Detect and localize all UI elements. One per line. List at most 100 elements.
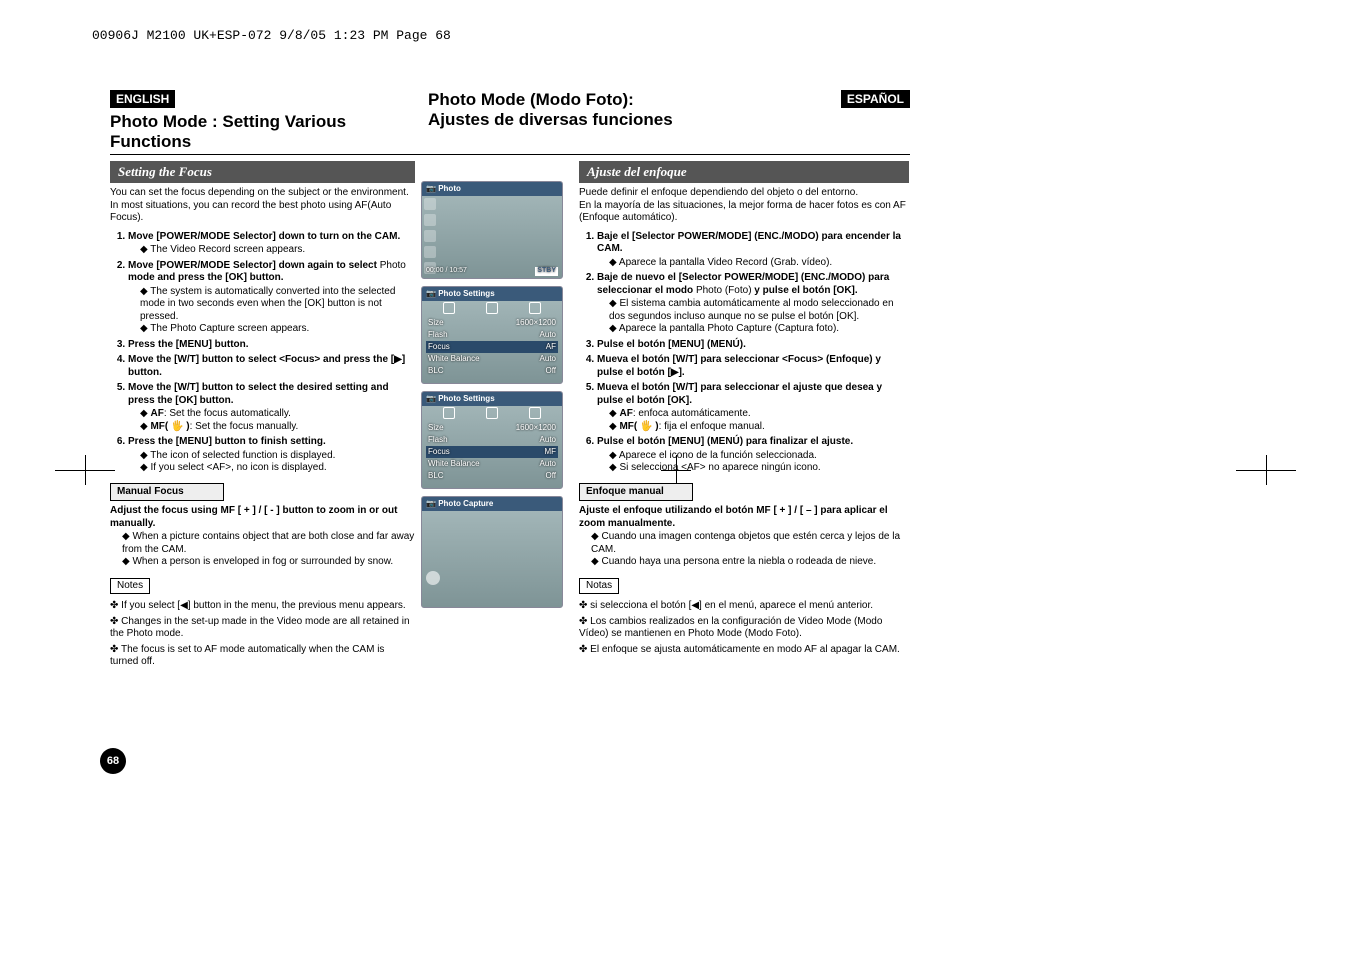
manual-focus-para-es: Ajuste el enfoque utilizando el botón MF… (579, 505, 909, 530)
settings-row: White BalanceAuto (426, 353, 558, 365)
step-4-en: Move the [W/T] button to select <Focus> … (128, 354, 415, 379)
settings-row: Flash Auto (426, 329, 558, 341)
step-3-es: Pulse el botón [MENU] (MENÚ). (597, 339, 909, 352)
step-2b-es: Photo (696, 285, 722, 296)
main-title-spanish-line2: Ajustes de diversas funciones (428, 110, 673, 130)
shot-number-5: 5 (421, 392, 422, 406)
intro-spanish: Puede definir el enfoque dependiendo del… (579, 187, 909, 225)
shot2-time: 00:00 / 10:57 (426, 267, 467, 276)
step-5-bullet2-es: MF( 🖐 ): fija el enfoque manual. (609, 421, 909, 434)
row-value: 1600×1200 (516, 423, 556, 433)
mf-label: MF( 🖐 ) (150, 421, 189, 432)
step-4-es: Mueva el botón [W/T] para seleccionar <F… (597, 354, 909, 379)
manual-bullet1-en: When a picture contains object that are … (122, 531, 415, 556)
settings-row: BLC Off (426, 365, 558, 377)
nav-t-icon (529, 302, 541, 314)
screenshot-5: 5 📷 Photo Settings Size1600×1200 FlashAu… (421, 391, 563, 489)
shot5-title: Photo Settings (438, 394, 494, 404)
step-2-bullet2-es: Aparece la pantalla Photo Capture (Captu… (609, 323, 909, 336)
main-title-english: Photo Mode : Setting Various Functions (110, 112, 422, 152)
title-row: ENGLISH Photo Mode : Setting Various Fun… (110, 90, 910, 152)
step-6-bullet1: The icon of selected function is display… (140, 450, 415, 463)
step-3-en: Press the [MENU] button. (128, 339, 415, 352)
shot2-title: Photo (438, 184, 461, 194)
shot-number-6: 6 (421, 497, 422, 511)
manual-focus-heading-en: Manual Focus (110, 483, 224, 502)
step-2-en: Move [POWER/MODE Selector] down again to… (128, 260, 415, 336)
row-label: Size (428, 318, 444, 328)
manual-bullet1-es: Cuando una imagen contenga objetos que e… (591, 531, 909, 556)
file-icon (424, 246, 436, 258)
step-1-bullet: The Video Record screen appears. (140, 244, 415, 257)
row-label: BLC (428, 471, 444, 481)
step-5-en: Move the [W/T] button to select the desi… (128, 382, 415, 433)
row-value: 1600×1200 (516, 318, 556, 328)
shot-number-2: 2 (421, 182, 422, 196)
section-bar-spanish: Ajuste del enfoque (579, 161, 909, 183)
mf-hand-icon (426, 571, 440, 585)
music-icon (424, 214, 436, 226)
step-2c: mode and press the [OK] button. (128, 272, 284, 283)
step-2a: Move [POWER/MODE Selector] down again to… (128, 260, 380, 271)
steps-english: Move [POWER/MODE Selector] down to turn … (110, 231, 415, 475)
row-label: BLC (428, 366, 444, 376)
settings-row: Size1600×1200 (426, 422, 558, 434)
nav-ok-icon (486, 407, 498, 419)
settings-row: White BalanceAuto (426, 458, 558, 470)
af-desc: : Set the focus automatically. (164, 408, 291, 419)
intro-english: You can set the focus depending on the s… (110, 187, 415, 225)
step-1-text-es: Baje el [Selector POWER/MODE] (ENC./MODO… (597, 231, 901, 255)
step-2-bullet1: The system is automatically converted in… (140, 286, 415, 324)
english-column: Setting the Focus You can set the focus … (110, 161, 421, 672)
notes-label-es: Notas (579, 578, 619, 595)
nav-ok-icon (486, 302, 498, 314)
note1-es: si selecciona el botón [◀] en el menú, a… (579, 600, 909, 613)
step-6-text-es: Pulse el botón [MENU] (MENÚ) para finali… (597, 436, 853, 447)
row-label: White Balance (428, 459, 480, 469)
divider (110, 154, 910, 155)
step-2c-es: (Foto) (722, 285, 751, 296)
af-label: AF (150, 408, 163, 419)
step-1-text: Move [POWER/MODE Selector] down to turn … (128, 231, 400, 242)
note1-en: If you select [◀] button in the menu, th… (110, 600, 415, 613)
nav-w-icon (443, 407, 455, 419)
row-value: Auto (540, 354, 556, 364)
mf-desc: : Set the focus manually. (190, 421, 299, 432)
af-label-es: AF (619, 408, 632, 419)
steps-spanish: Baje el [Selector POWER/MODE] (ENC./MODO… (579, 231, 909, 475)
row-label: Flash (428, 330, 448, 340)
step-6-es: Pulse el botón [MENU] (MENÚ) para finali… (597, 436, 909, 475)
manual-bullet2-es: Cuando haya una persona entre la niebla … (591, 556, 909, 569)
main-title-spanish-line1: Photo Mode (Modo Foto): (428, 90, 673, 110)
step-5-text: Move the [W/T] button to select the desi… (128, 382, 389, 406)
row-label: Focus (428, 447, 450, 457)
mf-label-es: MF( 🖐 ) (619, 421, 658, 432)
video-icon (424, 198, 436, 210)
spanish-column: Ajuste del enfoque Puede definir el enfo… (569, 161, 909, 672)
step-2-bullet1-es: El sistema cambia automáticamente al mod… (609, 298, 909, 323)
note3-en: The focus is set to AF mode automaticall… (110, 644, 415, 669)
camera-icon: 📷 (426, 289, 436, 299)
settings-row: Size 1600×1200 (426, 317, 558, 329)
row-value: MF (544, 447, 556, 457)
settings-row: FlashAuto (426, 434, 558, 446)
camera-icon: 📷 (426, 499, 436, 509)
shot2-stby: STBY (535, 267, 558, 276)
screenshot-2: 2 📷 Photo 00:00 / 10:57 STBY (421, 181, 563, 279)
step-1-es: Baje el [Selector POWER/MODE] (ENC./MODO… (597, 231, 909, 270)
shot4-title: Photo Settings (438, 289, 494, 299)
voice-icon (424, 230, 436, 242)
intro2-es: En la mayoría de las situaciones, la mej… (579, 200, 906, 224)
row-value: Auto (540, 330, 556, 340)
print-header: 00906J M2100 UK+ESP-072 9/8/05 1:23 PM P… (92, 28, 451, 43)
section-bar-english: Setting the Focus (110, 161, 415, 183)
lang-badge-english: ENGLISH (110, 90, 175, 108)
row-label: Focus (428, 342, 450, 352)
step-5-bullet1: AF: Set the focus automatically. (140, 408, 415, 421)
intro1-en: You can set the focus depending on the s… (110, 187, 409, 198)
row-value: Off (545, 366, 556, 376)
row-value: Auto (540, 435, 556, 445)
step-5-text-es: Mueva el botón [W/T] para seleccionar el… (597, 382, 882, 406)
nav-w-icon (443, 302, 455, 314)
step-2b: Photo (380, 260, 406, 271)
